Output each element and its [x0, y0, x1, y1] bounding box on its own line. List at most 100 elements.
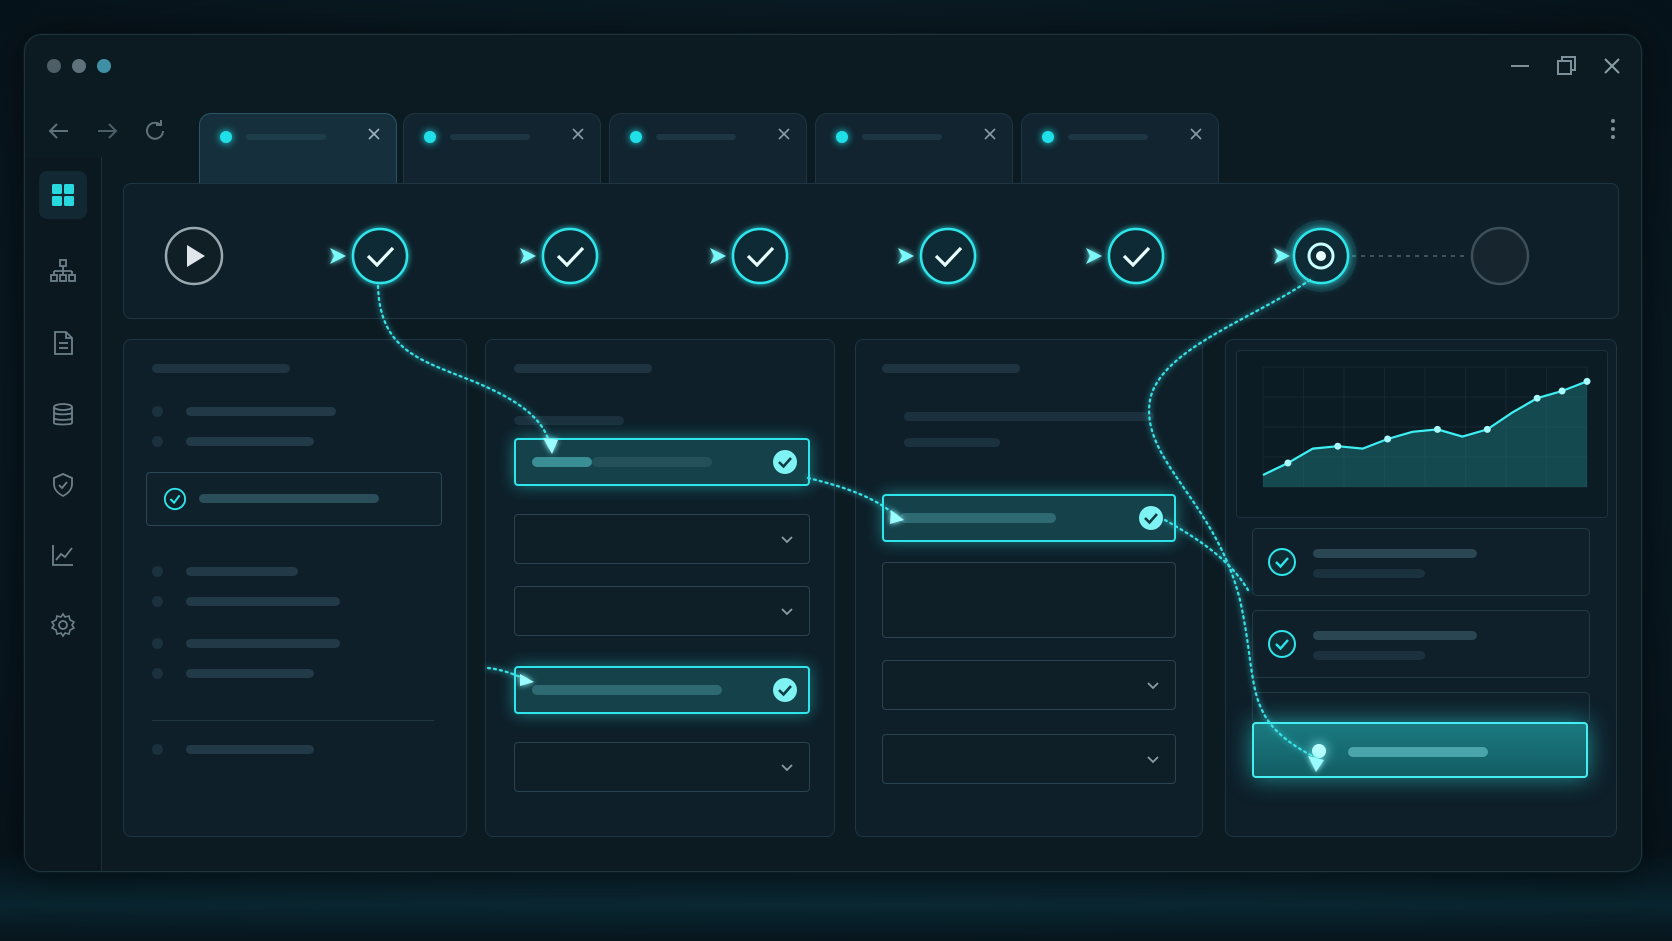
- divider: [152, 720, 434, 721]
- active-target-button[interactable]: [1252, 722, 1588, 778]
- line-chart: [1262, 366, 1591, 488]
- tab-3[interactable]: [609, 113, 807, 190]
- chart-point: [1284, 459, 1292, 467]
- tab-title-placeholder: [246, 134, 326, 140]
- forward-arrow-icon[interactable]: [93, 117, 121, 145]
- tab-close-icon[interactable]: [776, 126, 792, 142]
- minimize-icon[interactable]: [1507, 53, 1533, 79]
- tab-status-dot: [630, 131, 642, 143]
- completed-field-2[interactable]: [514, 666, 810, 714]
- status-card-1[interactable]: [1252, 528, 1590, 596]
- sidebar-item-database[interactable]: [39, 391, 87, 439]
- traffic-light-close[interactable]: [47, 59, 61, 73]
- dropdown-field-2[interactable]: [514, 586, 810, 636]
- column-panel-3: [855, 339, 1203, 837]
- text-line-placeholder: [904, 412, 1154, 421]
- list-item-placeholder: [186, 597, 340, 606]
- tab-close-icon[interactable]: [1188, 126, 1204, 142]
- field-label-placeholder: [514, 416, 624, 425]
- tab-title-placeholder: [1068, 134, 1148, 140]
- list-bullet: [152, 744, 163, 755]
- chart-point: [1483, 425, 1491, 433]
- chevron-down-icon: [779, 759, 795, 775]
- tab-2[interactable]: [403, 113, 601, 190]
- sidebar-item-analytics[interactable]: [39, 531, 87, 579]
- more-menu-icon[interactable]: [1603, 117, 1623, 143]
- text-line-placeholder: [904, 438, 1000, 447]
- card-subtitle-placeholder: [1313, 569, 1425, 578]
- chart-point: [1433, 425, 1441, 433]
- browser-window: [24, 34, 1642, 872]
- list-bullet: [152, 566, 163, 577]
- chevron-down-icon: [779, 603, 795, 619]
- card-title-placeholder: [1313, 631, 1477, 640]
- list-item-placeholder: [186, 437, 314, 446]
- chart-point: [1384, 435, 1392, 443]
- check-circle-icon: [772, 677, 798, 703]
- panel-heading-placeholder: [882, 364, 1020, 373]
- close-icon[interactable]: [1599, 53, 1625, 79]
- sidebar-item-dashboard[interactable]: [39, 171, 87, 219]
- list-bullet: [152, 638, 163, 649]
- list-item-placeholder: [199, 494, 379, 503]
- panel-heading-placeholder: [514, 364, 652, 373]
- column-panel-2: [485, 339, 835, 837]
- column-panel-1: [123, 339, 467, 837]
- sidebar: [25, 157, 102, 871]
- check-circle-icon: [772, 449, 798, 475]
- field-value-placeholder: [532, 685, 722, 695]
- dashboard-grid-icon: [52, 184, 74, 206]
- tab-close-icon[interactable]: [570, 126, 586, 142]
- tab-status-dot: [1042, 131, 1054, 143]
- tab-close-icon[interactable]: [982, 126, 998, 142]
- chart-container: [1236, 350, 1608, 518]
- tab-status-dot: [220, 131, 232, 143]
- sidebar-item-hierarchy[interactable]: [39, 247, 87, 295]
- textarea-field[interactable]: [882, 562, 1176, 638]
- button-label-placeholder: [1348, 747, 1488, 757]
- chart-point: [1558, 387, 1566, 395]
- back-arrow-icon[interactable]: [45, 117, 73, 145]
- field-value-placeholder: [900, 513, 1056, 523]
- check-circle-icon: [1138, 505, 1164, 531]
- database-icon: [53, 403, 73, 426]
- field-value-placeholder: [592, 457, 712, 467]
- panel-heading-placeholder: [152, 364, 290, 373]
- dropdown-field-1[interactable]: [514, 514, 810, 564]
- sidebar-item-security[interactable]: [39, 461, 87, 509]
- dropdown-field-5[interactable]: [882, 734, 1176, 784]
- completed-field-3[interactable]: [882, 494, 1176, 542]
- tab-5[interactable]: [1021, 113, 1219, 190]
- dropdown-field-4[interactable]: [882, 660, 1176, 710]
- tab-close-icon[interactable]: [366, 126, 382, 142]
- list-item-placeholder: [186, 745, 314, 754]
- check-circle-icon: [1267, 547, 1297, 577]
- traffic-light-zoom[interactable]: [97, 59, 111, 73]
- tab-1[interactable]: [199, 113, 397, 190]
- traffic-light-minimize[interactable]: [72, 59, 86, 73]
- tab-4[interactable]: [815, 113, 1013, 190]
- gear-icon: [50, 612, 76, 638]
- reload-icon[interactable]: [141, 117, 169, 145]
- list-item-placeholder: [186, 639, 340, 648]
- tab-title-placeholder: [862, 134, 942, 140]
- completed-field-1[interactable]: [514, 438, 810, 486]
- document-icon: [54, 331, 73, 355]
- card-subtitle-placeholder: [1313, 651, 1425, 660]
- dropdown-field-3[interactable]: [514, 742, 810, 792]
- title-bar: [25, 35, 1641, 93]
- sidebar-item-documents[interactable]: [39, 319, 87, 367]
- tab-status-dot: [424, 131, 436, 143]
- list-item-placeholder: [186, 407, 336, 416]
- sidebar-item-settings[interactable]: [39, 601, 87, 649]
- hierarchy-icon: [50, 259, 76, 282]
- field-value-placeholder: [532, 457, 592, 467]
- tab-title-placeholder: [656, 134, 736, 140]
- check-circle-icon: [163, 487, 187, 511]
- status-card-2[interactable]: [1252, 610, 1590, 678]
- list-bullet: [152, 596, 163, 607]
- chevron-down-icon: [779, 531, 795, 547]
- tab-status-dot: [836, 131, 848, 143]
- selected-list-item[interactable]: [146, 472, 442, 526]
- restore-icon[interactable]: [1553, 53, 1579, 79]
